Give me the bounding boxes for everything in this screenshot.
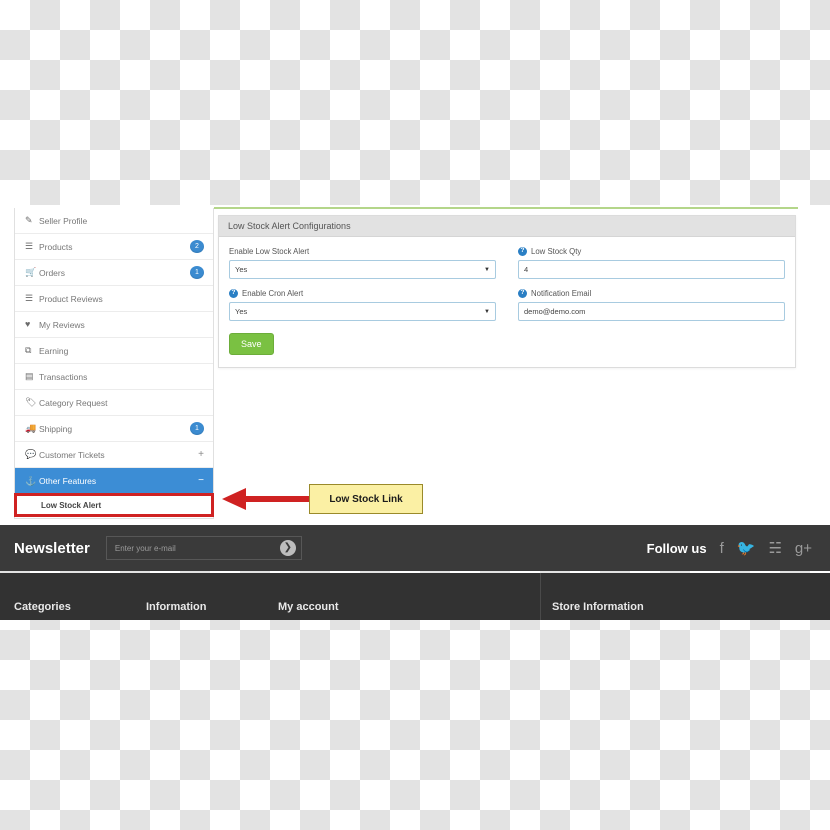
field-label: Enable Low Stock Alert xyxy=(229,247,496,256)
annotation-arrow-shaft xyxy=(244,496,312,502)
comment-icon: 💬 xyxy=(25,449,37,459)
sidebar-item-label: Shipping xyxy=(39,423,73,434)
googleplus-icon[interactable]: g+ xyxy=(795,541,812,556)
content-area: Low Stock Alert Configurations Enable Lo… xyxy=(212,207,798,368)
enable-low-stock-alert-select[interactable]: Yes ▼ xyxy=(229,260,496,279)
facebook-icon[interactable]: f xyxy=(720,541,724,556)
newsletter-submit-icon[interactable]: ❯ xyxy=(279,540,296,556)
sidebar-item-shipping[interactable]: 🚚 Shipping 1 xyxy=(15,416,213,442)
sidebar-item-label: Seller Profile xyxy=(39,215,88,226)
input-value: demo@demo.com xyxy=(524,307,586,316)
sidebar-item-label: Other Features xyxy=(39,476,97,486)
pencil-icon: ✎ xyxy=(25,215,33,225)
sidebar-subitem-label: Low Stock Alert xyxy=(17,496,211,514)
enable-low-stock-alert-label: Enable Low Stock Alert xyxy=(229,247,310,256)
money-icon: ⧉ xyxy=(25,345,32,355)
footer-column-my-account[interactable]: My account xyxy=(278,601,339,613)
list-icon: ☰ xyxy=(25,293,34,303)
footer-column-categories[interactable]: Categories xyxy=(14,601,71,613)
help-icon[interactable]: ? xyxy=(229,289,238,298)
list-icon: ☰ xyxy=(25,241,34,251)
panel-body: Enable Low Stock Alert Yes ▼ ? Low Stock… xyxy=(219,237,795,367)
sidebar-item-label: My Reviews xyxy=(39,319,85,330)
footer-column-store-information[interactable]: Store Information xyxy=(552,601,644,613)
collapse-toggle-icon[interactable]: − xyxy=(198,476,204,486)
chevron-down-icon: ▼ xyxy=(484,266,490,273)
expand-toggle-icon[interactable]: + xyxy=(198,449,204,460)
sidebar-item-seller-profile[interactable]: ✎ Seller Profile xyxy=(15,208,213,234)
notification-email-input[interactable]: demo@demo.com xyxy=(518,302,785,321)
annotation-callout: Low Stock Link xyxy=(309,484,423,514)
field-enable-cron-alert: ? Enable Cron Alert Yes ▼ xyxy=(229,289,496,321)
footer-column-information[interactable]: Information xyxy=(146,601,207,613)
sidebar-item-product-reviews[interactable]: ☰ Product Reviews xyxy=(15,286,213,312)
newsletter-email-field[interactable]: Enter your e-mail ❯ xyxy=(105,536,302,560)
cart-icon: 🛒 xyxy=(25,267,37,277)
badge-count: 1 xyxy=(190,266,204,279)
heart-icon: ♥ xyxy=(25,319,31,329)
panel-title: Low Stock Alert Configurations xyxy=(219,216,795,237)
sidebar-item-label: Customer Tickets xyxy=(39,449,105,460)
truck-icon: 🚚 xyxy=(25,423,37,433)
seller-sidebar-nav: ✎ Seller Profile ☰ Products 2 🛒 Orders 1… xyxy=(14,208,214,519)
sidebar-item-other-features[interactable]: ⚓ Other Features − xyxy=(15,468,213,494)
sidebar-item-label: Product Reviews xyxy=(39,293,103,304)
rss-icon[interactable]: ☵ xyxy=(768,541,781,556)
site-footer: Categories Information My account Store … xyxy=(0,573,830,620)
help-icon[interactable]: ? xyxy=(518,247,527,256)
low-stock-config-panel: Low Stock Alert Configurations Enable Lo… xyxy=(218,215,796,368)
newsletter-email-placeholder: Enter your e-mail xyxy=(114,543,176,553)
anchor-icon: ⚓ xyxy=(25,475,37,486)
newsletter-bar: Newsletter Enter your e-mail ❯ Follow us… xyxy=(0,525,830,571)
enable-cron-alert-label: Enable Cron Alert xyxy=(242,289,304,298)
field-enable-low-stock-alert: Enable Low Stock Alert Yes ▼ xyxy=(229,247,496,279)
chevron-down-icon: ▼ xyxy=(484,308,490,315)
twitter-icon[interactable]: 🐦 xyxy=(737,541,756,556)
sidebar-item-category-request[interactable]: 🏷 Category Request xyxy=(15,390,213,416)
enable-cron-alert-select[interactable]: Yes ▼ xyxy=(229,302,496,321)
input-value: 4 xyxy=(524,265,529,274)
notification-email-label: Notification Email xyxy=(531,289,592,298)
field-label: ? Notification Email xyxy=(518,289,785,298)
badge-count: 1 xyxy=(190,422,204,435)
tag-icon: 🏷 xyxy=(25,397,37,407)
field-label: ? Enable Cron Alert xyxy=(229,289,496,298)
newsletter-title: Newsletter xyxy=(14,539,90,557)
sidebar-item-label: Products xyxy=(39,241,73,252)
sidebar-item-earning[interactable]: ⧉ Earning xyxy=(15,338,213,364)
sidebar-item-products[interactable]: ☰ Products 2 xyxy=(15,234,213,260)
low-stock-qty-label: Low Stock Qty xyxy=(531,247,582,256)
sidebar-item-my-reviews[interactable]: ♥ My Reviews xyxy=(15,312,213,338)
sidebar-item-orders[interactable]: 🛒 Orders 1 xyxy=(15,260,213,286)
form-row-1: Enable Low Stock Alert Yes ▼ ? Low Stock… xyxy=(229,247,785,279)
green-divider xyxy=(214,207,798,209)
badge-count: 2 xyxy=(190,240,204,253)
sidebar-subitem-low-stock-alert[interactable]: Low Stock Alert xyxy=(14,493,214,517)
low-stock-qty-input[interactable]: 4 xyxy=(518,260,785,279)
sidebar-item-customer-tickets[interactable]: 💬 Customer Tickets + xyxy=(15,442,213,468)
selected-value: Yes xyxy=(235,307,248,316)
save-button[interactable]: Save xyxy=(229,333,274,355)
sidebar-item-label: Category Request xyxy=(39,397,108,408)
form-row-2: ? Enable Cron Alert Yes ▼ ? Notification… xyxy=(229,289,785,321)
card-icon: ▤ xyxy=(25,371,34,381)
sidebar-item-label: Orders xyxy=(39,267,65,278)
annotation-arrow-head xyxy=(222,488,246,510)
field-low-stock-qty: ? Low Stock Qty 4 xyxy=(518,247,785,279)
selected-value: Yes xyxy=(235,265,248,274)
field-label: ? Low Stock Qty xyxy=(518,247,785,256)
follow-us-group: Follow us f 🐦 ☵ g+ xyxy=(647,541,812,556)
sidebar-item-label: Earning xyxy=(39,345,69,356)
follow-us-label: Follow us xyxy=(646,540,707,556)
sidebar-item-transactions[interactable]: ▤ Transactions xyxy=(15,364,213,390)
help-icon[interactable]: ? xyxy=(518,289,527,298)
field-notification-email: ? Notification Email demo@demo.com xyxy=(518,289,785,321)
sidebar-item-label: Transactions xyxy=(39,371,88,382)
footer-divider xyxy=(540,573,541,620)
